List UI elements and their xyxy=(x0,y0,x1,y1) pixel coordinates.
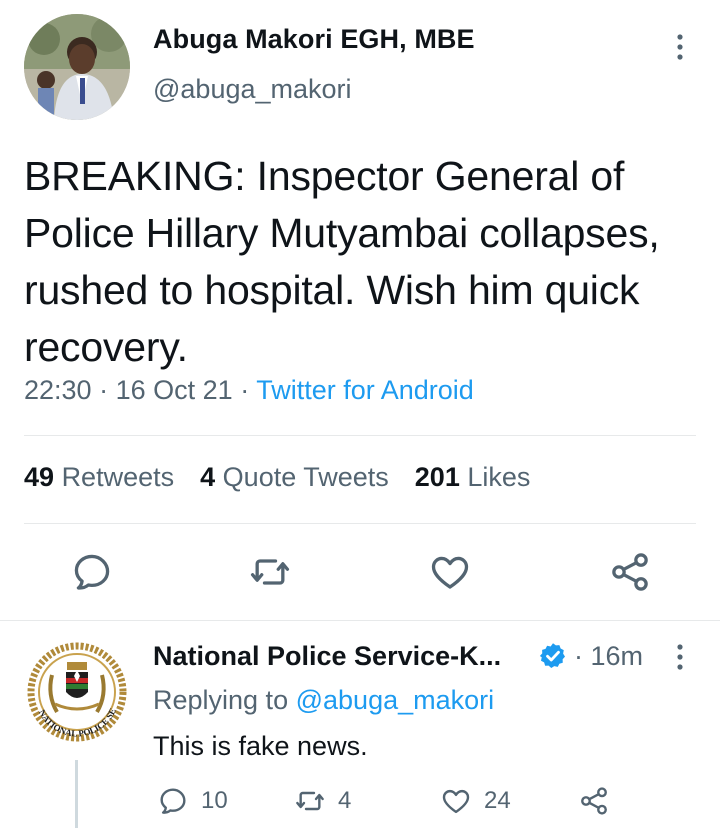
more-options-icon[interactable] xyxy=(668,32,692,62)
divider xyxy=(24,435,696,436)
author-name[interactable]: Abuga Makori EGH, MBE xyxy=(153,24,475,55)
meta-separator: · xyxy=(240,375,250,405)
divider xyxy=(24,523,696,524)
tweet-stats: 49 Retweets 4 Quote Tweets 201 Likes xyxy=(24,462,556,493)
quote-tweets-stat[interactable]: 4 Quote Tweets xyxy=(200,462,389,493)
reply-share-button[interactable] xyxy=(578,784,610,818)
reply-count: 10 xyxy=(201,787,228,814)
like-button[interactable] xyxy=(428,550,472,594)
thread-line xyxy=(75,760,78,828)
reply-time: 16m xyxy=(590,641,644,671)
verified-badge-icon xyxy=(538,641,568,671)
likes-label: Likes xyxy=(467,462,531,492)
retweet-icon xyxy=(250,559,290,585)
reply-author-name[interactable]: National Police Service-K... xyxy=(153,641,501,672)
reply-more-options-icon[interactable] xyxy=(668,642,692,672)
reply-author-avatar[interactable]: NATIONAL POLICE SERVICE xyxy=(22,640,132,750)
divider xyxy=(0,620,720,621)
reply-button[interactable] xyxy=(70,550,114,594)
share-button[interactable] xyxy=(608,550,652,594)
retweets-label: Retweets xyxy=(61,462,175,492)
retweets-stat[interactable]: 49 Retweets xyxy=(24,462,174,493)
share-icon xyxy=(581,787,607,815)
author-handle[interactable]: @abuga_makori xyxy=(153,74,352,105)
retweets-count: 49 xyxy=(24,462,55,492)
likes-count: 201 xyxy=(414,462,460,492)
police-seal-logo: NATIONAL POLICE SERVICE xyxy=(22,640,127,742)
retweet-button[interactable] xyxy=(248,550,292,594)
tweet-source[interactable]: Twitter for Android xyxy=(256,375,474,405)
reply-timestamp[interactable]: · 16m xyxy=(574,641,643,672)
like-icon xyxy=(431,556,469,589)
quote-tweets-label: Quote Tweets xyxy=(222,462,389,492)
reply-retweet-button[interactable]: 4 xyxy=(294,784,351,818)
replying-to-handle[interactable]: @abuga_makori xyxy=(296,685,495,715)
author-photo xyxy=(24,14,130,120)
tweet-metadata: 22:30 · 16 Oct 21 · Twitter for Android xyxy=(24,375,474,406)
reply-reply-button[interactable]: 10 xyxy=(157,784,228,818)
likes-stat[interactable]: 201 Likes xyxy=(415,462,531,493)
tweet-time[interactable]: 22:30 xyxy=(24,375,92,405)
retweet-icon xyxy=(296,791,324,811)
share-icon xyxy=(612,553,648,591)
meta-separator: · xyxy=(99,375,109,405)
retweet-count: 4 xyxy=(338,787,352,814)
replying-to: Replying to @abuga_makori xyxy=(153,685,494,716)
like-icon xyxy=(442,789,470,814)
reply-like-button[interactable]: 24 xyxy=(440,784,511,818)
tweet-text: BREAKING: Inspector General of Police Hi… xyxy=(24,153,660,370)
tweet-date[interactable]: 16 Oct 21 xyxy=(116,375,233,405)
reply-icon xyxy=(160,788,186,814)
meta-separator: · xyxy=(574,641,583,671)
replying-to-label: Replying to xyxy=(153,685,289,715)
reply-text: This is fake news. xyxy=(153,731,368,761)
like-count: 24 xyxy=(484,787,511,814)
author-avatar[interactable] xyxy=(24,14,130,120)
reply-icon xyxy=(74,554,110,590)
quote-tweets-count: 4 xyxy=(200,462,216,492)
